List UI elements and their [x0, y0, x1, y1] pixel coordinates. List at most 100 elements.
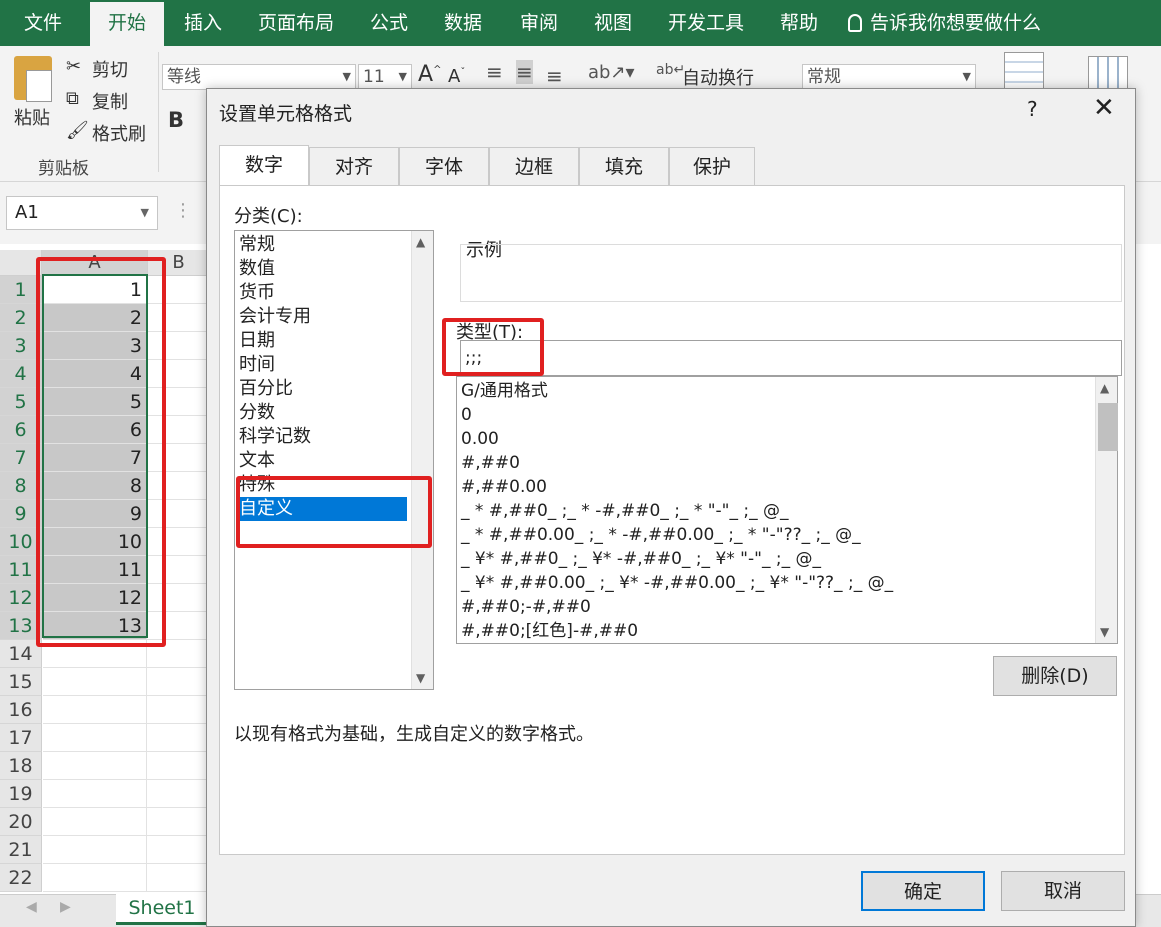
tab-page-layout[interactable]: 页面布局 — [258, 0, 334, 46]
cut-icon[interactable]: ✂ — [66, 56, 81, 77]
tab-help[interactable]: 帮助 — [780, 0, 818, 46]
cell-b[interactable] — [147, 864, 210, 892]
row-header[interactable]: 20 — [0, 808, 42, 836]
cell-b[interactable] — [147, 780, 210, 808]
sheet-tab-sheet1[interactable]: Sheet1 — [116, 893, 208, 925]
cell-a[interactable] — [43, 668, 147, 696]
cell-a[interactable] — [43, 864, 147, 892]
format-painter-icon[interactable]: 🖌 — [66, 120, 89, 141]
tab-review[interactable]: 审阅 — [520, 0, 558, 46]
category-list[interactable]: 常规 数值 货币 会计专用 日期 时间 百分比 分数 科学记数 文本 特殊 自定义 ▲ ▼ — [234, 230, 434, 690]
cell-b[interactable] — [147, 696, 210, 724]
tab-alignment[interactable]: 对齐 — [309, 147, 399, 185]
orientation-icon[interactable]: ab↗▾ — [588, 62, 635, 83]
scroll-down-icon[interactable]: ▼ — [1100, 625, 1109, 639]
cell-a[interactable] — [43, 836, 147, 864]
scroll-down-icon[interactable]: ▼ — [416, 671, 425, 685]
row-header[interactable]: 22 — [0, 864, 42, 892]
cell-a[interactable] — [43, 696, 147, 724]
paste-button[interactable]: 粘贴 — [14, 104, 50, 130]
category-item[interactable]: 货币 — [239, 281, 275, 305]
copy-icon[interactable]: ⧉ — [66, 88, 79, 109]
category-item[interactable]: 时间 — [239, 353, 275, 377]
font-name-select[interactable]: 等线 ▼ — [162, 64, 356, 90]
format-item[interactable]: #,##0 — [461, 451, 520, 475]
row-header[interactable]: 15 — [0, 668, 42, 696]
cell-a[interactable] — [43, 780, 147, 808]
format-list[interactable]: G/通用格式 0 0.00 #,##0 #,##0.00 _ * #,##0_ ;_ * … — [456, 376, 1118, 644]
row-header[interactable]: 19 — [0, 780, 42, 808]
cell-a[interactable] — [43, 752, 147, 780]
category-item[interactable]: 会计专用 — [239, 305, 311, 329]
row-header[interactable]: 17 — [0, 724, 42, 752]
category-item[interactable]: 百分比 — [239, 377, 293, 401]
paste-icon[interactable] — [14, 56, 52, 102]
format-item[interactable]: G/通用格式 — [461, 379, 548, 403]
format-item[interactable]: _ ¥* #,##0_ ;_ ¥* -#,##0_ ;_ ¥* "-"_ ;_ … — [461, 547, 821, 571]
row-header[interactable]: 21 — [0, 836, 42, 864]
category-item[interactable]: 数值 — [239, 257, 275, 281]
shrink-font-icon[interactable]: Aˇ — [448, 66, 465, 87]
category-item[interactable]: 科学记数 — [239, 425, 311, 449]
tab-developer[interactable]: 开发工具 — [668, 0, 744, 46]
font-size-select[interactable]: 11 ▼ — [358, 64, 412, 90]
tab-view[interactable]: 视图 — [594, 0, 632, 46]
close-icon[interactable]: ✕ — [1093, 93, 1115, 123]
cell-b[interactable] — [147, 724, 210, 752]
category-item[interactable]: 分数 — [239, 401, 275, 425]
wrap-text-icon[interactable]: ab↵ — [656, 62, 685, 78]
cancel-button[interactable]: 取消 — [1001, 871, 1125, 911]
align-middle-icon[interactable]: ≡ — [516, 60, 533, 84]
tab-home[interactable]: 开始 — [90, 2, 164, 46]
wrap-text-button[interactable]: 自动换行 — [682, 64, 754, 90]
grow-font-icon[interactable]: A^ — [418, 62, 441, 87]
row-header[interactable]: 18 — [0, 752, 42, 780]
category-item[interactable]: 日期 — [239, 329, 275, 353]
tab-fill[interactable]: 填充 — [579, 147, 669, 185]
tab-file[interactable]: 文件 — [24, 0, 62, 46]
tab-font[interactable]: 字体 — [399, 147, 489, 185]
format-item[interactable]: 0.00 — [461, 427, 499, 451]
bold-button[interactable]: B — [168, 108, 184, 132]
tab-formulas[interactable]: 公式 — [370, 0, 408, 46]
align-bottom-icon[interactable]: ≡ — [546, 64, 563, 88]
tell-me-box[interactable]: 告诉我你想要做什么 — [848, 0, 1041, 46]
table-format-icon[interactable] — [1088, 56, 1128, 92]
scroll-up-icon[interactable]: ▲ — [1100, 381, 1109, 395]
format-item[interactable]: 0 — [461, 403, 472, 427]
format-painter-button[interactable]: 格式刷 — [92, 120, 146, 146]
cell-b[interactable] — [147, 752, 210, 780]
number-format-select[interactable]: 常规 ▼ — [802, 64, 976, 90]
format-item[interactable]: _ * #,##0_ ;_ * -#,##0_ ;_ * "-"_ ;_ @_ — [461, 499, 789, 523]
tab-border[interactable]: 边框 — [489, 147, 579, 185]
cell-a[interactable] — [43, 724, 147, 752]
category-scrollbar[interactable]: ▲ ▼ — [411, 231, 433, 689]
category-item[interactable]: 常规 — [239, 233, 275, 257]
align-top-icon[interactable]: ≡ — [486, 60, 503, 84]
category-item[interactable]: 文本 — [239, 449, 275, 473]
tab-protection[interactable]: 保护 — [669, 147, 755, 185]
scroll-up-icon[interactable]: ▲ — [416, 235, 425, 249]
row-header[interactable]: 16 — [0, 696, 42, 724]
cell-b[interactable] — [147, 668, 210, 696]
copy-button[interactable]: 复制 — [92, 88, 128, 114]
tab-insert[interactable]: 插入 — [184, 0, 222, 46]
name-box[interactable]: A1 ▼ — [6, 196, 158, 230]
format-item[interactable]: #,##0;[红色]-#,##0 — [461, 619, 638, 643]
cut-button[interactable]: 剪切 — [92, 56, 128, 82]
cell-b[interactable] — [147, 836, 210, 864]
next-sheet-icon[interactable]: ▶ — [60, 899, 71, 915]
scroll-thumb[interactable] — [1098, 403, 1118, 451]
cell-b[interactable] — [147, 808, 210, 836]
tab-number[interactable]: 数字 — [219, 145, 309, 187]
help-button[interactable]: ? — [1027, 97, 1038, 121]
tab-data[interactable]: 数据 — [444, 0, 482, 46]
ok-button[interactable]: 确定 — [861, 871, 985, 911]
format-item[interactable]: _ * #,##0.00_ ;_ * -#,##0.00_ ;_ * "-"??… — [461, 523, 861, 547]
format-item[interactable]: #,##0.00 — [461, 475, 547, 499]
prev-sheet-icon[interactable]: ◀ — [26, 899, 37, 915]
format-item[interactable]: #,##0;-#,##0 — [461, 595, 591, 619]
delete-button[interactable]: 删除(D) — [993, 656, 1117, 696]
format-scrollbar[interactable]: ▲ ▼ — [1095, 377, 1118, 643]
format-item[interactable]: _ ¥* #,##0.00_ ;_ ¥* -#,##0.00_ ;_ ¥* "-… — [461, 571, 893, 595]
